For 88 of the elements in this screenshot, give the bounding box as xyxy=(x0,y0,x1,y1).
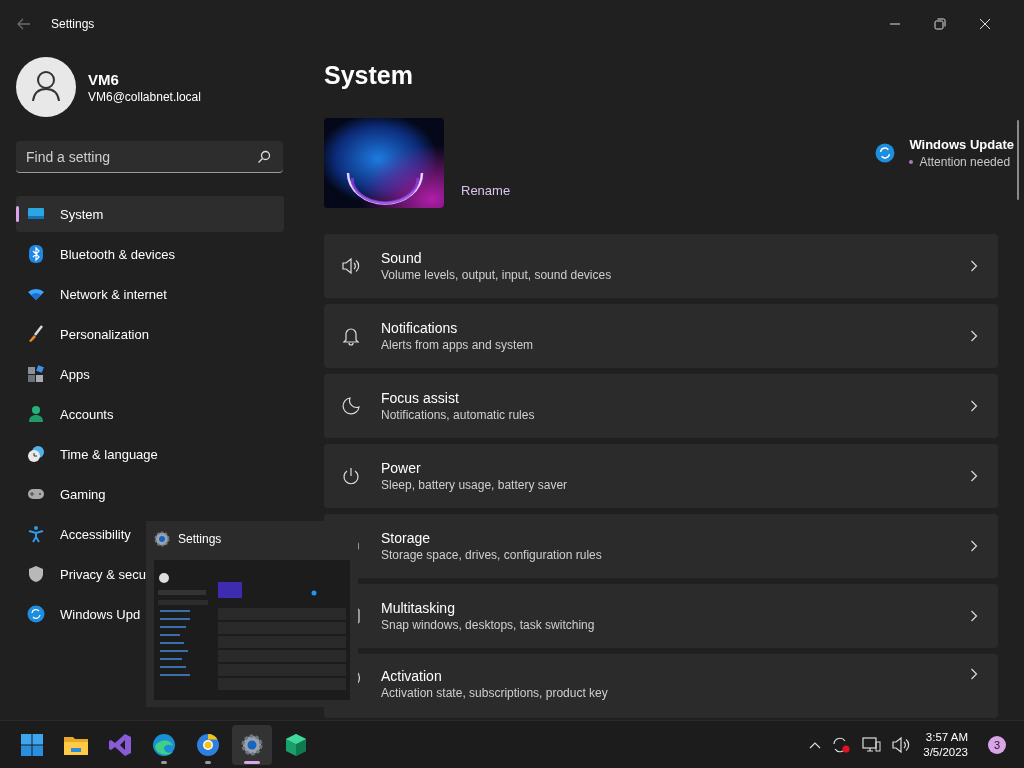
chevron-right-icon xyxy=(970,470,978,482)
setting-card[interactable]: Power Sleep, battery usage, battery saver xyxy=(324,444,998,508)
infinity-ribbon-icon xyxy=(108,732,132,757)
preview-title: Settings xyxy=(178,532,222,546)
sync-icon[interactable] xyxy=(875,143,896,163)
card-title: Focus assist xyxy=(381,390,460,406)
card-title: Notifications xyxy=(381,320,459,336)
power-icon xyxy=(341,467,361,485)
search-field[interactable]: Find a setting xyxy=(16,141,283,173)
apps-icon xyxy=(27,365,45,383)
setting-card[interactable]: Sound Volume levels, output, input, sound devices xyxy=(324,234,998,298)
start-icon xyxy=(20,732,44,757)
back-arrow-icon[interactable] xyxy=(17,18,31,30)
setting-card[interactable]: Activation Activation state, subscriptions, product key xyxy=(324,654,998,718)
chevron-right-icon xyxy=(970,260,978,272)
chevron-right-icon xyxy=(970,400,978,412)
taskbar-button[interactable] xyxy=(232,724,272,765)
card-title: Sound xyxy=(381,250,423,266)
sync-icon xyxy=(27,605,45,623)
nav-item[interactable]: Privacy & secu xyxy=(16,556,146,592)
card-description: Alerts from apps and system xyxy=(381,338,535,352)
window-preview-popup[interactable]: Settings xyxy=(146,521,358,707)
nav-item[interactable]: Bluetooth & devices xyxy=(16,236,175,272)
page-title: System xyxy=(324,60,414,91)
chevron-right-icon xyxy=(970,540,978,552)
card-description: Activation state, subscriptions, product key xyxy=(381,686,609,700)
bell-icon xyxy=(341,326,361,346)
card-title: Power xyxy=(381,460,422,476)
notification-badge[interactable]: 3 xyxy=(988,735,1006,754)
setting-card[interactable]: Focus assist Notifications, automatic rules xyxy=(324,374,998,438)
chevron-right-icon xyxy=(970,668,978,680)
search-icon[interactable] xyxy=(257,150,271,164)
card-description: Sleep, battery usage, battery saver xyxy=(381,478,569,492)
gamepad-icon xyxy=(27,487,45,501)
update-title[interactable]: Windows Update xyxy=(909,137,1014,152)
card-title: Multitasking xyxy=(381,600,456,616)
card-description: Notifications, automatic rules xyxy=(381,408,536,422)
clock[interactable]: 3:57 AM 3/5/2023 xyxy=(923,729,968,760)
chevron-right-icon xyxy=(970,610,978,622)
running-indicator xyxy=(244,760,260,764)
speaker-icon xyxy=(341,257,361,275)
restore-icon[interactable] xyxy=(934,18,946,30)
clock-globe-icon xyxy=(27,445,45,463)
card-title: Activation xyxy=(381,668,443,684)
running-indicator xyxy=(161,760,167,764)
monitor-icon xyxy=(27,206,45,222)
card-title: Storage xyxy=(381,530,432,546)
shield-icon xyxy=(27,565,45,583)
nav-item[interactable]: Time & language xyxy=(16,436,158,472)
nav-item[interactable]: Gaming xyxy=(16,476,106,512)
wave-circle-icon xyxy=(152,732,176,757)
gear-icon xyxy=(154,531,170,547)
accessibility-icon xyxy=(27,525,45,543)
scrollbar[interactable] xyxy=(1017,120,1019,200)
wifi-icon xyxy=(27,287,45,301)
nav-item[interactable]: Network & internet xyxy=(16,276,167,312)
chevron-right-icon xyxy=(970,330,978,342)
card-description: Storage space, drives, configuration rules xyxy=(381,548,603,562)
moon-icon xyxy=(341,397,361,415)
close-icon[interactable] xyxy=(979,18,991,30)
speaker-icon[interactable] xyxy=(891,735,912,754)
nav-item[interactable]: Accounts xyxy=(16,396,114,432)
bluetooth-icon xyxy=(27,245,45,263)
browser-icon xyxy=(196,732,220,757)
window-title: Settings xyxy=(51,17,95,31)
avatar-icon[interactable] xyxy=(16,57,76,117)
caret-up-icon[interactable] xyxy=(809,740,822,749)
card-description: Volume levels, output, input, sound devices xyxy=(381,268,613,282)
running-indicator xyxy=(205,760,211,764)
user-email: VM6@collabnet.local xyxy=(88,89,201,104)
user-name: VM6 xyxy=(88,70,120,88)
setting-card[interactable]: Storage Storage space, drives, configuration rules xyxy=(324,514,998,578)
nav-item[interactable]: System xyxy=(16,196,284,232)
nav-item[interactable]: Personalization xyxy=(16,316,149,352)
nav-item[interactable]: Apps xyxy=(16,356,90,392)
setting-card[interactable]: Notifications Alerts from apps and system xyxy=(324,304,998,368)
rename-link[interactable]: Rename xyxy=(461,183,511,198)
gear-icon xyxy=(240,732,264,757)
nav-item[interactable]: Accessibility xyxy=(16,516,131,552)
person-icon xyxy=(27,405,45,423)
cube-icon xyxy=(284,732,308,757)
network-icon[interactable] xyxy=(861,735,882,754)
brush-icon xyxy=(27,325,45,343)
nav-item[interactable]: Windows Upd xyxy=(16,596,141,632)
sync-alert-icon[interactable] xyxy=(831,735,852,754)
update-status: Attention needed xyxy=(919,155,1011,169)
card-description: Snap windows, desktops, task switching xyxy=(381,618,596,632)
status-dot xyxy=(909,160,914,164)
